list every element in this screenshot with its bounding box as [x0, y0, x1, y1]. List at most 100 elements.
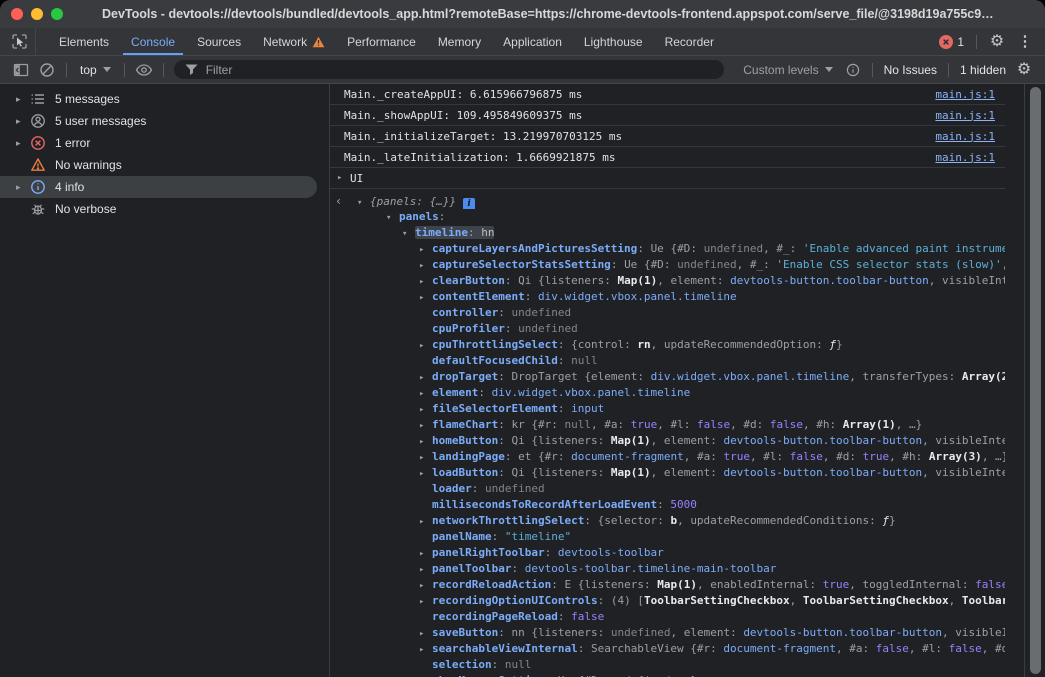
tree-row[interactable]: ▸homeButton: Qi {listeners: Map(1), elem… [330, 433, 1005, 449]
tree-row[interactable]: millisecondsToRecordAfterLoadEvent: 5000 [330, 497, 1005, 513]
tree-row[interactable]: ▸captureSelectorStatsSetting: Ue {#D: un… [330, 257, 1005, 273]
tab-performance[interactable]: Performance [336, 28, 427, 55]
disclosure-collapsed-icon[interactable]: ▸ [419, 626, 432, 641]
disclosure-collapsed-icon[interactable]: ▸ [419, 546, 432, 561]
error-badge[interactable]: 1 [933, 35, 970, 49]
sidebar-item-no-verbose[interactable]: No verbose [0, 198, 317, 220]
tab-recorder[interactable]: Recorder [654, 28, 725, 55]
tree-row[interactable]: ▸dropTarget: DropTarget {element: div.wi… [330, 369, 1005, 385]
tree-row[interactable]: ▸searchableViewInternal: SearchableView … [330, 641, 1005, 657]
tree-row[interactable]: controller: undefined [330, 305, 1005, 321]
disclosure-expanded-icon[interactable]: ▾ [386, 210, 399, 225]
scrollbar-thumb[interactable] [1030, 87, 1041, 674]
disclosure-collapsed-icon[interactable]: ▸ [419, 434, 432, 449]
disclosure-collapsed-icon[interactable]: ▸ [419, 578, 432, 593]
issues-status[interactable]: No Issues [879, 63, 942, 77]
sidebar-item-4-info[interactable]: ▸4 info [0, 176, 317, 198]
sidebar-item-1-error[interactable]: ▸1 error [0, 132, 317, 154]
info-badge[interactable]: i [463, 198, 475, 209]
filter-box[interactable] [174, 60, 725, 79]
disclosure-collapsed-icon[interactable]: ▸ [419, 466, 432, 481]
disclosure-collapsed-icon[interactable]: ▸ [419, 594, 432, 609]
tree-row[interactable]: ▸contentElement: div.widget.vbox.panel.t… [330, 289, 1005, 305]
tab-elements[interactable]: Elements [48, 28, 120, 55]
disclosure-collapsed-icon[interactable]: ▸ [419, 450, 432, 465]
tree-row[interactable]: panelName: "timeline" [330, 529, 1005, 545]
settings-gear-icon[interactable]: ⚙ [983, 29, 1011, 55]
tree-row[interactable]: ▸landingPage: et {#r: document-fragment,… [330, 449, 1005, 465]
hidden-messages-count[interactable]: 1 hidden [955, 63, 1011, 77]
disclosure-collapsed-icon[interactable]: ▸ [419, 402, 432, 417]
sidebar-item-no-warnings[interactable]: No warnings [0, 154, 317, 176]
disclosure-collapsed-icon[interactable]: ▸ [419, 562, 432, 577]
disclosure-expanded-icon[interactable]: ▾ [357, 195, 370, 209]
console-log: Main._createAppUI: 6.615966796875 msmain… [330, 84, 1045, 677]
disclosure-collapsed-icon[interactable]: ▸ [419, 242, 432, 257]
tree-row[interactable]: ▸loadButton: Qi {listeners: Map(1), elem… [330, 465, 1005, 481]
console-settings-gear-icon[interactable]: ⚙ [1011, 58, 1037, 82]
disclosure-collapsed-icon[interactable]: ▸ [419, 258, 432, 273]
disclosure-collapsed-icon[interactable]: ▸ [419, 418, 432, 433]
tab-memory[interactable]: Memory [427, 28, 492, 55]
collapse-chevron-icon[interactable]: ‹ [335, 193, 357, 209]
tree-row[interactable]: ▸saveButton: nn {listeners: undefined, e… [330, 625, 1005, 641]
tree-row[interactable]: ▸recordingOptionUIControls: (4) [Toolbar… [330, 593, 1005, 609]
filter-input[interactable] [206, 63, 714, 77]
tree-row[interactable]: ▸panelToolbar: devtools-toolbar.timeline… [330, 561, 1005, 577]
source-link[interactable]: main.js:1 [935, 151, 1005, 164]
console-group-ui[interactable]: ▸UI [330, 168, 1005, 189]
more-options-kebab-icon[interactable]: ⋮ [1011, 29, 1039, 55]
minimize-button[interactable] [31, 8, 43, 20]
tree-row[interactable]: recordingPageReload: false [330, 609, 1005, 625]
live-expression-eye-icon[interactable] [131, 58, 157, 82]
tree-row[interactable]: defaultFocusedChild: null [330, 353, 1005, 369]
console-sidebar-toggle-icon[interactable] [8, 58, 34, 82]
tree-row[interactable]: ▸clearButton: Qi {listeners: Map(1), ele… [330, 273, 1005, 289]
disclosure-collapsed-icon[interactable]: ▸ [16, 138, 29, 149]
tree-row[interactable]: ▸recordReloadAction: E {listeners: Map(1… [330, 577, 1005, 593]
disclosure-collapsed-icon[interactable]: ▸ [419, 274, 432, 289]
source-link[interactable]: main.js:1 [935, 130, 1005, 143]
disclosure-collapsed-icon[interactable]: ▸ [419, 338, 432, 353]
disclosure-collapsed-icon[interactable]: ▸ [419, 514, 432, 529]
disclosure-collapsed-icon[interactable]: ▸ [16, 116, 29, 127]
tab-console[interactable]: Console [120, 28, 186, 55]
disclosure-expanded-icon[interactable]: ▾ [402, 226, 415, 241]
tree-row[interactable]: ▾timeline: hn [330, 225, 1005, 241]
execution-context-selector[interactable]: top [73, 63, 118, 77]
tab-application[interactable]: Application [492, 28, 573, 55]
disclosure-collapsed-icon[interactable]: ▸ [419, 370, 432, 385]
close-button[interactable] [11, 8, 23, 20]
tree-row[interactable]: ▸captureLayersAndPicturesSetting: Ue {#D… [330, 241, 1005, 257]
tab-sources[interactable]: Sources [186, 28, 252, 55]
tree-row[interactable]: ▾panels: [330, 209, 1005, 225]
tree-row[interactable]: ▸flameChart: kr {#r: null, #a: true, #l:… [330, 417, 1005, 433]
tree-row[interactable]: cpuProfiler: undefined [330, 321, 1005, 337]
tab-lighthouse[interactable]: Lighthouse [573, 28, 654, 55]
inspect-icon[interactable] [4, 28, 36, 55]
tree-row[interactable]: selection: null [330, 657, 1005, 673]
zoom-button[interactable] [51, 8, 63, 20]
disclosure-collapsed-icon[interactable]: ▸ [337, 173, 350, 183]
disclosure-collapsed-icon[interactable]: ▸ [419, 290, 432, 305]
log-levels-selector[interactable]: Custom levels [736, 63, 839, 77]
clear-console-icon[interactable] [34, 58, 60, 82]
tree-row[interactable]: ▸panelRightToolbar: devtools-toolbar [330, 545, 1005, 561]
sidebar-item-5-messages[interactable]: ▸5 messages [0, 88, 317, 110]
tree-row[interactable]: ▸cpuThrottlingSelect: {control: rn, upda… [330, 337, 1005, 353]
tree-row[interactable]: ▸element: div.widget.vbox.panel.timeline [330, 385, 1005, 401]
tree-row[interactable]: loader: undefined [330, 481, 1005, 497]
source-link[interactable]: main.js:1 [935, 109, 1005, 122]
source-link[interactable]: main.js:1 [935, 88, 1005, 101]
disclosure-collapsed-icon[interactable]: ▸ [419, 386, 432, 401]
tree-row[interactable]: ▸showMemorySetting: Ue {#D: undefined, …… [330, 673, 1005, 677]
tree-row[interactable]: ▸networkThrottlingSelect: {selector: b, … [330, 513, 1005, 529]
disclosure-collapsed-icon[interactable]: ▸ [419, 642, 432, 657]
disclosure-collapsed-icon[interactable]: ▸ [16, 94, 29, 105]
info-icon[interactable] [840, 58, 866, 82]
disclosure-collapsed-icon[interactable]: ▸ [16, 182, 29, 193]
tab-network[interactable]: Network [252, 28, 336, 55]
tree-row[interactable]: ▸fileSelectorElement: input [330, 401, 1005, 417]
sidebar-item-5-user-messages[interactable]: ▸5 user messages [0, 110, 317, 132]
tree-row[interactable]: ‹▾{panels: {…}}i [330, 193, 1005, 209]
